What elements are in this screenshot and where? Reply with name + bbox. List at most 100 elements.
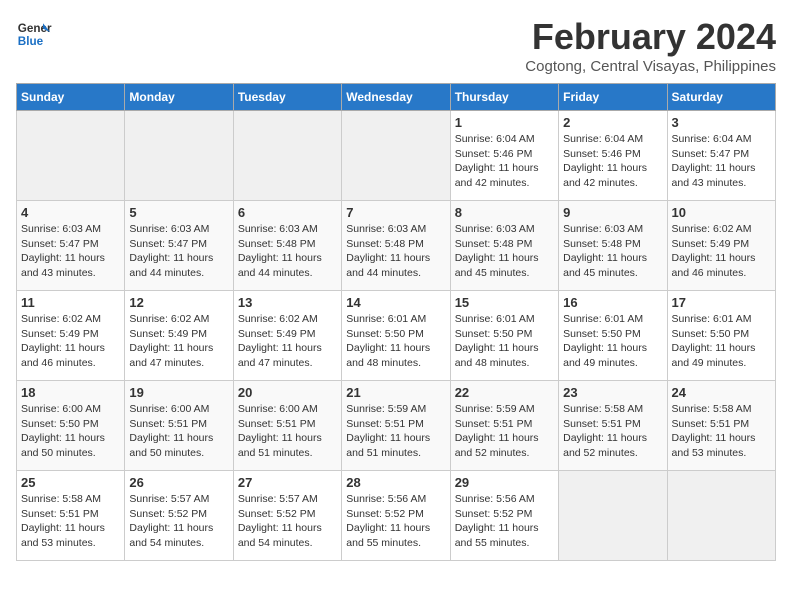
weekday-header-cell: Sunday: [17, 84, 125, 111]
day-number: 15: [455, 295, 554, 310]
day-info: Sunrise: 5:57 AM Sunset: 5:52 PM Dayligh…: [238, 492, 337, 551]
day-info: Sunrise: 6:02 AM Sunset: 5:49 PM Dayligh…: [21, 312, 120, 371]
calendar-cell: 23Sunrise: 5:58 AM Sunset: 5:51 PM Dayli…: [559, 381, 667, 471]
day-info: Sunrise: 6:03 AM Sunset: 5:48 PM Dayligh…: [455, 222, 554, 281]
calendar-week-row: 25 Sunrise: 5:58 AM Sunset: 5:51 PM Dayli…: [17, 471, 776, 561]
calendar-cell: 16 Sunrise: 6:01 AM Sunset: 5:50 PM Dayli…: [559, 291, 667, 381]
calendar-cell: 21 Sunrise: 5:59 AM Sunset: 5:51 PM Dayli…: [342, 381, 450, 471]
calendar-cell: 20 Sunrise: 6:00 AM Sunset: 5:51 PM Dayli…: [233, 381, 341, 471]
calendar-cell: 7 Sunrise: 6:03 AM Sunset: 5:48 PM Daylig…: [342, 201, 450, 291]
day-info: Sunrise: 6:01 AM Sunset: 5:50 PM Dayligh…: [455, 312, 554, 371]
day-info: Sunrise: 6:04 AM Sunset: 5:46 PM Dayligh…: [455, 132, 554, 191]
day-info: Sunrise: 6:01 AM Sunset: 5:50 PM Dayligh…: [563, 312, 662, 371]
weekday-header-cell: Saturday: [667, 84, 775, 111]
day-number: 20: [238, 385, 337, 400]
calendar-cell: 1 Sunrise: 6:04 AM Sunset: 5:46 PM Daylig…: [450, 111, 558, 201]
day-number: 1: [455, 115, 554, 130]
day-info: Sunrise: 6:01 AM Sunset: 5:50 PM Dayligh…: [672, 312, 771, 371]
calendar-week-row: 11 Sunrise: 6:02 AM Sunset: 5:49 PM Dayli…: [17, 291, 776, 381]
calendar-cell: 18 Sunrise: 6:00 AM Sunset: 5:50 PM Dayli…: [17, 381, 125, 471]
calendar-cell: 2 Sunrise: 6:04 AM Sunset: 5:46 PM Daylig…: [559, 111, 667, 201]
day-number: 9: [563, 205, 662, 220]
day-number: 17: [672, 295, 771, 310]
day-number: 28: [346, 475, 445, 490]
logo: General Blue: [16, 16, 52, 52]
calendar-cell: 24Sunrise: 5:58 AM Sunset: 5:51 PM Dayli…: [667, 381, 775, 471]
header: General Blue February 2024 Cogtong, Cent…: [16, 16, 776, 75]
day-info: Sunrise: 6:02 AM Sunset: 5:49 PM Dayligh…: [129, 312, 228, 371]
weekday-header-cell: Thursday: [450, 84, 558, 111]
day-number: 7: [346, 205, 445, 220]
day-number: 29: [455, 475, 554, 490]
day-number: 21: [346, 385, 445, 400]
calendar-cell: [559, 471, 667, 561]
weekday-header-cell: Tuesday: [233, 84, 341, 111]
calendar-cell: 26 Sunrise: 5:57 AM Sunset: 5:52 PM Dayli…: [125, 471, 233, 561]
calendar-cell: 15 Sunrise: 6:01 AM Sunset: 5:50 PM Dayli…: [450, 291, 558, 381]
day-info: Sunrise: 6:03 AM Sunset: 5:48 PM Dayligh…: [346, 222, 445, 281]
weekday-header-cell: Friday: [559, 84, 667, 111]
day-info: Sunrise: 5:59 AM Sunset: 5:51 PM Dayligh…: [346, 402, 445, 461]
calendar-cell: [667, 471, 775, 561]
day-info: Sunrise: 5:56 AM Sunset: 5:52 PM Dayligh…: [346, 492, 445, 551]
calendar-cell: 4Sunrise: 6:03 AM Sunset: 5:47 PM Daylig…: [17, 201, 125, 291]
day-info: Sunrise: 5:58 AM Sunset: 5:51 PM Dayligh…: [21, 492, 120, 551]
day-number: 25: [21, 475, 120, 490]
day-number: 26: [129, 475, 228, 490]
day-info: Sunrise: 5:56 AM Sunset: 5:52 PM Dayligh…: [455, 492, 554, 551]
day-info: Sunrise: 6:02 AM Sunset: 5:49 PM Dayligh…: [672, 222, 771, 281]
calendar-cell: 22 Sunrise: 5:59 AM Sunset: 5:51 PM Dayli…: [450, 381, 558, 471]
calendar-cell: [233, 111, 341, 201]
day-number: 18: [21, 385, 120, 400]
day-info: Sunrise: 6:04 AM Sunset: 5:46 PM Dayligh…: [563, 132, 662, 191]
calendar-body: 1 Sunrise: 6:04 AM Sunset: 5:46 PM Daylig…: [17, 111, 776, 561]
day-number: 8: [455, 205, 554, 220]
calendar-cell: [342, 111, 450, 201]
day-info: Sunrise: 6:00 AM Sunset: 5:51 PM Dayligh…: [238, 402, 337, 461]
calendar-cell: [17, 111, 125, 201]
day-info: Sunrise: 6:00 AM Sunset: 5:51 PM Dayligh…: [129, 402, 228, 461]
day-info: Sunrise: 6:03 AM Sunset: 5:48 PM Dayligh…: [238, 222, 337, 281]
day-number: 6: [238, 205, 337, 220]
location: Cogtong, Central Visayas, Philippines: [525, 58, 776, 75]
calendar-cell: 25 Sunrise: 5:58 AM Sunset: 5:51 PM Dayli…: [17, 471, 125, 561]
day-number: 12: [129, 295, 228, 310]
day-number: 2: [563, 115, 662, 130]
calendar-cell: [125, 111, 233, 201]
day-info: Sunrise: 6:03 AM Sunset: 5:48 PM Dayligh…: [563, 222, 662, 281]
day-info: Sunrise: 5:59 AM Sunset: 5:51 PM Dayligh…: [455, 402, 554, 461]
day-info: Sunrise: 6:03 AM Sunset: 5:47 PM Dayligh…: [129, 222, 228, 281]
day-number: 11: [21, 295, 120, 310]
day-info: Sunrise: 6:00 AM Sunset: 5:50 PM Dayligh…: [21, 402, 120, 461]
day-info: Sunrise: 5:58 AM Sunset: 5:51 PM Dayligh…: [563, 402, 662, 461]
calendar-cell: 8 Sunrise: 6:03 AM Sunset: 5:48 PM Daylig…: [450, 201, 558, 291]
calendar-week-row: 1 Sunrise: 6:04 AM Sunset: 5:46 PM Daylig…: [17, 111, 776, 201]
day-number: 13: [238, 295, 337, 310]
calendar-week-row: 4Sunrise: 6:03 AM Sunset: 5:47 PM Daylig…: [17, 201, 776, 291]
day-info: Sunrise: 6:04 AM Sunset: 5:47 PM Dayligh…: [672, 132, 771, 191]
day-number: 16: [563, 295, 662, 310]
calendar-cell: 13 Sunrise: 6:02 AM Sunset: 5:49 PM Dayli…: [233, 291, 341, 381]
day-info: Sunrise: 5:57 AM Sunset: 5:52 PM Dayligh…: [129, 492, 228, 551]
day-number: 14: [346, 295, 445, 310]
calendar-cell: 12 Sunrise: 6:02 AM Sunset: 5:49 PM Dayli…: [125, 291, 233, 381]
calendar-cell: 6 Sunrise: 6:03 AM Sunset: 5:48 PM Daylig…: [233, 201, 341, 291]
day-info: Sunrise: 6:02 AM Sunset: 5:49 PM Dayligh…: [238, 312, 337, 371]
calendar-cell: 3Sunrise: 6:04 AM Sunset: 5:47 PM Daylig…: [667, 111, 775, 201]
day-number: 5: [129, 205, 228, 220]
day-info: Sunrise: 6:03 AM Sunset: 5:47 PM Dayligh…: [21, 222, 120, 281]
calendar-cell: 28 Sunrise: 5:56 AM Sunset: 5:52 PM Dayli…: [342, 471, 450, 561]
calendar-table: SundayMondayTuesdayWednesdayThursdayFrid…: [16, 83, 776, 561]
day-number: 19: [129, 385, 228, 400]
calendar-cell: 5 Sunrise: 6:03 AM Sunset: 5:47 PM Daylig…: [125, 201, 233, 291]
calendar-cell: 11 Sunrise: 6:02 AM Sunset: 5:49 PM Dayli…: [17, 291, 125, 381]
month-year: February 2024: [525, 16, 776, 58]
calendar-cell: 27 Sunrise: 5:57 AM Sunset: 5:52 PM Dayli…: [233, 471, 341, 561]
day-number: 22: [455, 385, 554, 400]
logo-icon: General Blue: [16, 16, 52, 52]
calendar-week-row: 18 Sunrise: 6:00 AM Sunset: 5:50 PM Dayli…: [17, 381, 776, 471]
calendar-cell: 9 Sunrise: 6:03 AM Sunset: 5:48 PM Daylig…: [559, 201, 667, 291]
calendar-cell: 29 Sunrise: 5:56 AM Sunset: 5:52 PM Dayli…: [450, 471, 558, 561]
calendar-cell: 14Sunrise: 6:01 AM Sunset: 5:50 PM Dayli…: [342, 291, 450, 381]
day-number: 27: [238, 475, 337, 490]
